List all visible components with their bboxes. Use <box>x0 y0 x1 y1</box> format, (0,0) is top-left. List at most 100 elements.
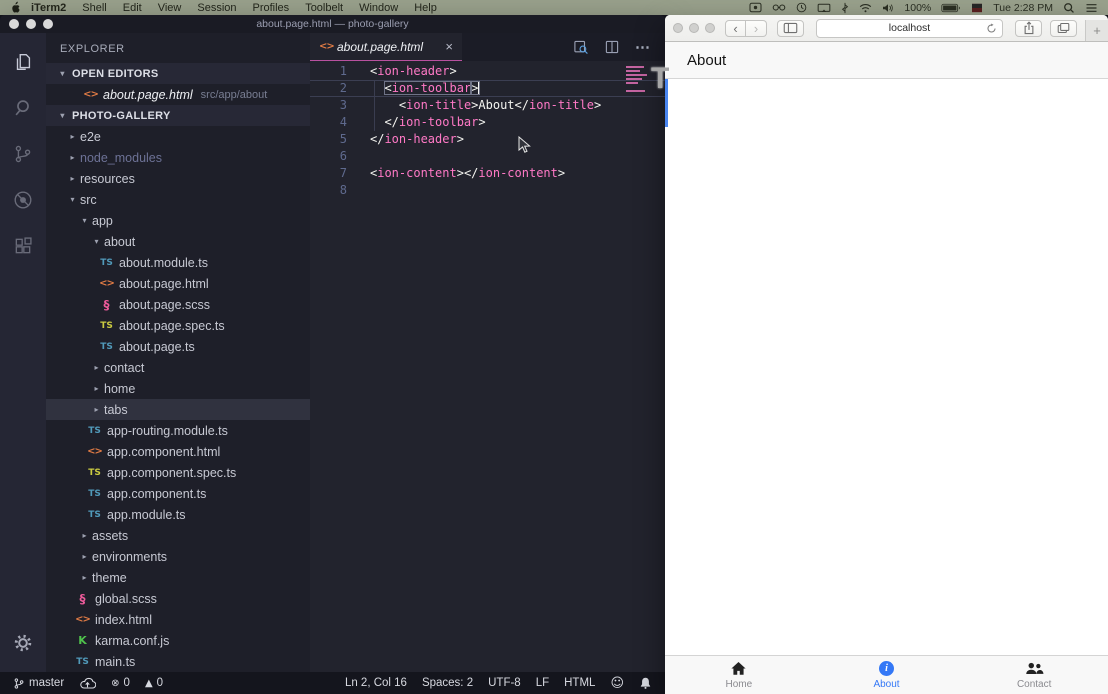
tree-item-contact[interactable]: ▸contact <box>46 357 310 378</box>
tree-item-environments[interactable]: ▸environments <box>46 546 310 567</box>
tree-item-e2e[interactable]: ▸e2e <box>46 126 310 147</box>
tree-item-app-module-ts[interactable]: TSapp.module.ts <box>46 504 310 525</box>
timer-icon[interactable] <box>796 2 807 13</box>
tree-item-about-page-ts[interactable]: TSabout.page.ts <box>46 336 310 357</box>
code-line-8[interactable]: 8 <box>310 182 665 199</box>
tree-item-main-ts[interactable]: TSmain.ts <box>46 651 310 672</box>
zoom-window-button[interactable] <box>705 23 715 33</box>
apple-icon[interactable] <box>10 1 21 14</box>
code-line-6[interactable]: 6 <box>310 148 665 165</box>
open-editor-item-about-page-html[interactable]: <> about.page.html src/app/about <box>46 84 310 105</box>
tree-item-karma-conf-js[interactable]: Kkarma.conf.js <box>46 630 310 651</box>
vscode-window-controls[interactable] <box>9 19 53 29</box>
volume-icon[interactable] <box>882 3 894 13</box>
activity-files[interactable] <box>0 39 46 85</box>
share-button[interactable] <box>1015 20 1042 37</box>
tree-item-tabs[interactable]: ▸tabs <box>46 399 310 420</box>
open-editors-header[interactable]: ▾ OPEN EDITORS <box>46 63 310 84</box>
code-editor[interactable]: 1<ion-header>2 <ion-toolbar>3 <ion-title… <box>310 61 665 672</box>
zoom-window-button[interactable] <box>43 19 53 29</box>
input-flag-icon[interactable] <box>971 3 983 13</box>
tabs-overview-button[interactable] <box>1050 20 1077 37</box>
tree-item-app-component-html[interactable]: <>app.component.html <box>46 441 310 462</box>
menu-help[interactable]: Help <box>414 2 437 14</box>
status-spaces-2[interactable]: Spaces: 2 <box>422 677 473 689</box>
menu-session[interactable]: Session <box>197 2 236 14</box>
tree-item-index-html[interactable]: <>index.html <box>46 609 310 630</box>
status-utf-8[interactable]: UTF-8 <box>488 677 521 689</box>
activity-extensions[interactable] <box>0 223 46 269</box>
goggles-icon[interactable] <box>772 3 786 12</box>
screen-recorder-icon[interactable] <box>749 2 762 13</box>
menu-iterm2[interactable]: iTerm2 <box>31 2 66 14</box>
code-line-5[interactable]: 5</ion-header> <box>310 131 665 148</box>
close-tab-icon[interactable]: × <box>445 39 453 54</box>
battery-icon[interactable] <box>941 3 961 13</box>
tree-item-assets[interactable]: ▸assets <box>46 525 310 546</box>
tree-item-about-page-spec-ts[interactable]: TSabout.page.spec.ts <box>46 315 310 336</box>
tree-item-global-scss[interactable]: §global.scss <box>46 588 310 609</box>
tree-item-node-modules[interactable]: ▸node_modules <box>46 147 310 168</box>
tab-about-page-html[interactable]: <> about.page.html × <box>310 33 462 61</box>
open-preview-button[interactable] <box>572 39 589 55</box>
notification-list-icon[interactable] <box>1085 3 1098 13</box>
code-line-7[interactable]: 7<ion-content></ion-content> <box>310 165 665 182</box>
safari-window-controls[interactable] <box>673 23 715 33</box>
git-branch-status[interactable]: master <box>13 677 64 690</box>
menu-edit[interactable]: Edit <box>123 2 142 14</box>
feedback-smiley[interactable]: ☺ <box>610 676 624 691</box>
close-window-button[interactable] <box>673 23 683 33</box>
tree-item-about-page-html[interactable]: <>about.page.html <box>46 273 310 294</box>
tree-item-theme[interactable]: ▸theme <box>46 567 310 588</box>
tree-item-src[interactable]: ▾src <box>46 189 310 210</box>
code-line-2[interactable]: 2 <ion-toolbar> <box>310 80 665 97</box>
minimize-window-button[interactable] <box>689 23 699 33</box>
tab-about[interactable]: iAbout <box>813 656 961 694</box>
connector-icon[interactable] <box>841 2 849 14</box>
sidebar-toggle-button[interactable] <box>777 20 804 37</box>
activity-source-control[interactable] <box>0 131 46 177</box>
status-lf[interactable]: LF <box>536 677 549 689</box>
status-html[interactable]: HTML <box>564 677 595 689</box>
more-actions-button[interactable]: ⋯ <box>635 38 651 56</box>
menu-window[interactable]: Window <box>359 2 398 14</box>
forward-button[interactable]: › <box>746 20 767 37</box>
tree-item-home[interactable]: ▸home <box>46 378 310 399</box>
activity-search[interactable] <box>0 85 46 131</box>
menu-shell[interactable]: Shell <box>82 2 106 14</box>
tab-home[interactable]: Home <box>665 656 813 694</box>
code-line-1[interactable]: 1<ion-header> <box>310 63 665 80</box>
code-line-4[interactable]: 4 </ion-toolbar> <box>310 114 665 131</box>
address-bar[interactable]: localhost <box>816 19 1003 38</box>
back-button[interactable]: ‹ <box>725 20 746 37</box>
display-icon[interactable] <box>817 3 831 13</box>
reload-icon[interactable] <box>986 23 997 34</box>
vscode-titlebar[interactable]: about.page.html — photo-gallery <box>0 15 665 33</box>
activity-debug[interactable] <box>0 177 46 223</box>
new-tab-button[interactable]: + <box>1085 20 1108 41</box>
tree-item-app-component-spec-ts[interactable]: TSapp.component.spec.ts <box>46 462 310 483</box>
code-line-3[interactable]: 3 <ion-title>About</ion-title> <box>310 97 665 114</box>
tab-contact[interactable]: Contact <box>960 656 1108 694</box>
notifications-bell[interactable] <box>639 676 652 690</box>
warning-count[interactable]: ▲0 <box>145 677 163 689</box>
publish-changes[interactable] <box>79 677 96 690</box>
project-section-header[interactable]: ▾ PHOTO-GALLERY <box>46 105 310 126</box>
spotlight-icon[interactable] <box>1063 2 1075 14</box>
minimize-window-button[interactable] <box>26 19 36 29</box>
status-ln-2-col-16[interactable]: Ln 2, Col 16 <box>345 677 407 689</box>
tree-item-resources[interactable]: ▸resources <box>46 168 310 189</box>
tree-item-about-module-ts[interactable]: TSabout.module.ts <box>46 252 310 273</box>
menu-toolbelt[interactable]: Toolbelt <box>305 2 343 14</box>
menu-view[interactable]: View <box>158 2 182 14</box>
wifi-icon[interactable] <box>859 3 872 13</box>
tree-item-app-routing-module-ts[interactable]: TSapp-routing.module.ts <box>46 420 310 441</box>
tree-item-app-component-ts[interactable]: TSapp.component.ts <box>46 483 310 504</box>
tree-item-app[interactable]: ▾app <box>46 210 310 231</box>
error-count[interactable]: ⊗0 <box>111 677 130 689</box>
activity-settings[interactable] <box>0 620 46 666</box>
tree-item-about-page-scss[interactable]: §about.page.scss <box>46 294 310 315</box>
tree-item-about[interactable]: ▾about <box>46 231 310 252</box>
menu-profiles[interactable]: Profiles <box>253 2 290 14</box>
close-window-button[interactable] <box>9 19 19 29</box>
